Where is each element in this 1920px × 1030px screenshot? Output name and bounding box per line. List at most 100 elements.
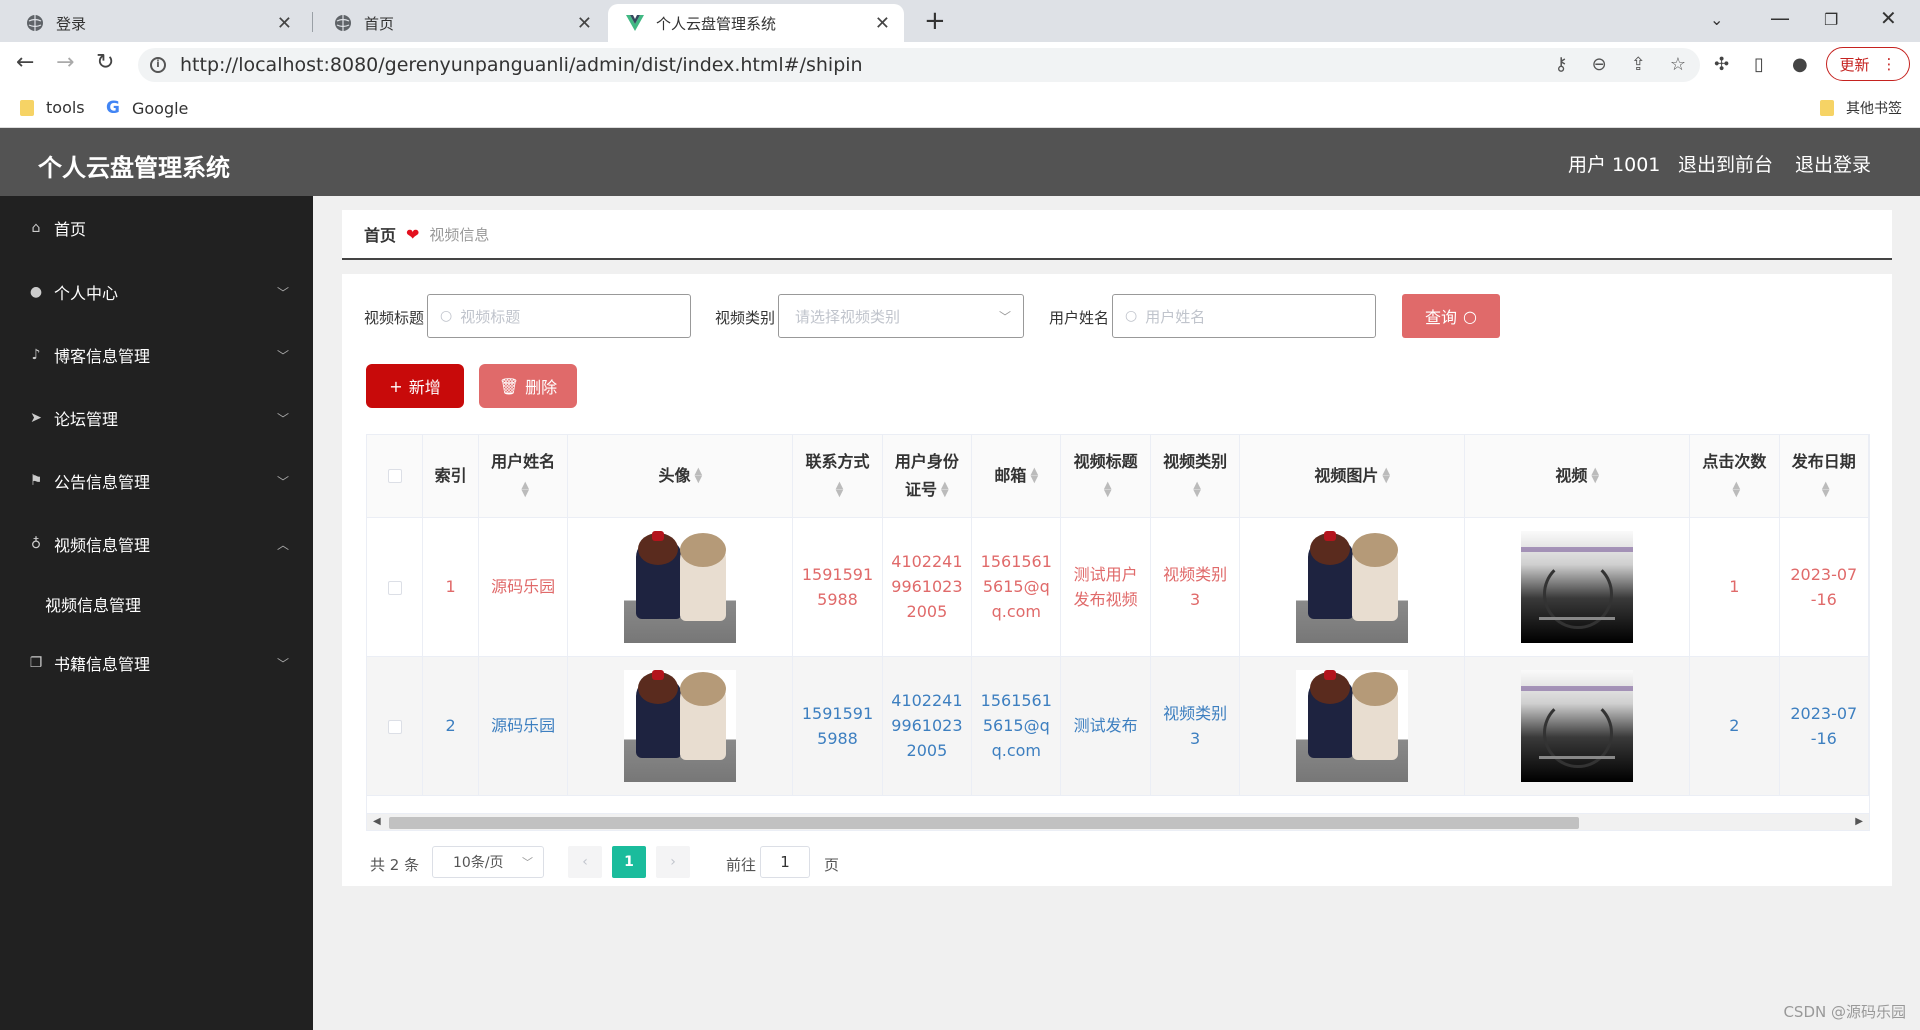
query-button[interactable]: 查询 ○ xyxy=(1402,294,1500,338)
select-all-cell[interactable] xyxy=(367,435,424,518)
sidebar-item-books[interactable]: ❐ 书籍信息管理 ﹀ xyxy=(0,643,313,683)
row-select-cell[interactable] xyxy=(367,656,424,796)
sidebar-item-personal[interactable]: ● 个人中心 ﹀ xyxy=(0,272,313,312)
table-row[interactable]: 2 源码乐园 15915915988 410224199610232005 15… xyxy=(367,656,1869,796)
horizontal-scrollbar[interactable]: ◀ ▶ xyxy=(366,813,1870,831)
sort-icon[interactable]: ▲ ▼ xyxy=(836,481,844,499)
sort-icon[interactable]: ▲ ▼ xyxy=(1733,481,1741,499)
close-icon[interactable]: ✕ xyxy=(875,13,890,34)
row-checkbox[interactable] xyxy=(387,719,402,734)
sidebar-item-video[interactable]: ♁ 视频信息管理 ︿ xyxy=(0,524,313,564)
bookmark-google[interactable]: G Google xyxy=(106,98,188,118)
video-thumbnail[interactable] xyxy=(1521,669,1634,782)
col-header[interactable]: 点击次数 ▲ ▼ xyxy=(1689,435,1780,518)
page-size-select[interactable]: 10条/页 ﹀ xyxy=(432,846,544,878)
back-icon[interactable]: ← xyxy=(16,50,34,75)
tab-search-icon[interactable]: ⌄ xyxy=(1710,10,1723,29)
minimize-icon[interactable]: — xyxy=(1770,6,1790,30)
next-page-button[interactable]: › xyxy=(656,846,690,878)
browser-tab-home[interactable]: 首页 ✕ xyxy=(316,4,606,42)
col-header[interactable]: 头像 ▲ ▼ xyxy=(567,435,794,518)
extensions-icon[interactable]: ✣ xyxy=(1714,54,1729,75)
col-header[interactable]: 发布日期 ▲ ▼ xyxy=(1779,435,1869,518)
sort-icon[interactable]: ▲ ▼ xyxy=(1591,467,1599,485)
col-header[interactable]: 联系方式 ▲ ▼ xyxy=(792,435,883,518)
browser-tab-login[interactable]: 登录 ✕ xyxy=(8,4,306,42)
sort-icon[interactable]: ▲ ▼ xyxy=(1822,481,1830,499)
row-select-cell[interactable] xyxy=(367,517,424,657)
video-thumbnail[interactable] xyxy=(1521,530,1634,643)
sort-icon[interactable]: ▲ ▼ xyxy=(1104,481,1112,499)
sidebar-item-home[interactable]: ⌂ 首页 xyxy=(0,208,313,248)
breadcrumb-current: 视频信息 xyxy=(429,225,490,244)
sidebar-item-forum[interactable]: ➤ 论坛管理 ﹀ xyxy=(0,398,313,438)
share-icon[interactable]: ⇪ xyxy=(1631,54,1646,75)
placeholder: 用户姓名 xyxy=(1145,307,1206,326)
select-all-checkbox[interactable] xyxy=(387,469,402,484)
key-icon[interactable]: ⚷ xyxy=(1554,54,1567,75)
url-text[interactable]: http://localhost:8080/gerenyunpanguanli/… xyxy=(180,54,863,76)
sidebar-item-blog[interactable]: ♪ 博客信息管理 ﹀ xyxy=(0,335,313,375)
col-header[interactable]: 用户身份证号 ▲ ▼ xyxy=(882,435,973,518)
reload-icon[interactable]: ↻ xyxy=(96,50,114,75)
bookmark-other[interactable]: 其他书签 xyxy=(1820,98,1902,118)
restore-icon[interactable]: ❐ xyxy=(1824,10,1838,29)
to-front-link[interactable]: 退出到前台 xyxy=(1678,150,1773,177)
sidebar-item-notice[interactable]: ⚑ 公告信息管理 ﹀ xyxy=(0,461,313,501)
scroll-right-icon[interactable]: ▶ xyxy=(1855,816,1863,827)
col-header[interactable]: 用户姓名 ▲ ▼ xyxy=(478,435,569,518)
close-window-icon[interactable]: ✕ xyxy=(1880,6,1897,30)
avatar-image[interactable] xyxy=(624,530,737,643)
browser-tab-active[interactable]: 个人云盘管理系统 ✕ xyxy=(608,4,904,42)
col-header[interactable]: 视频图片 ▲ ▼ xyxy=(1239,435,1466,518)
site-info-icon[interactable]: i xyxy=(150,57,166,73)
col-header-label: 头像 xyxy=(658,465,691,485)
profile-icon[interactable]: ● xyxy=(1792,54,1808,75)
col-header[interactable]: 视频类别 ▲ ▼ xyxy=(1150,435,1241,518)
scroll-left-icon[interactable]: ◀ xyxy=(373,816,381,827)
logout-link[interactable]: 退出登录 xyxy=(1795,150,1871,177)
sort-icon[interactable]: ▲ ▼ xyxy=(1193,481,1201,499)
sidepanel-icon[interactable]: ▯ xyxy=(1754,54,1764,75)
sort-icon[interactable]: ▲ ▼ xyxy=(941,481,949,499)
row-checkbox[interactable] xyxy=(387,580,402,595)
new-tab-icon[interactable]: + xyxy=(924,6,946,36)
flag-icon: ⚑ xyxy=(29,473,43,489)
video-cover-image[interactable] xyxy=(1296,669,1409,782)
sort-icon[interactable]: ▲ ▼ xyxy=(521,481,529,499)
omnibox[interactable]: i http://localhost:8080/gerenyunpanguanl… xyxy=(138,48,1700,82)
query-label: 查询 xyxy=(1425,308,1458,327)
forward-icon[interactable]: → xyxy=(56,50,74,75)
breadcrumb-home[interactable]: 首页 xyxy=(364,222,396,246)
scrollbar-thumb[interactable] xyxy=(389,817,1579,829)
filter-title-input[interactable]: ○ 视频标题 xyxy=(427,294,691,338)
close-icon[interactable]: ✕ xyxy=(277,13,292,34)
sort-icon[interactable]: ▲ ▼ xyxy=(1030,467,1038,485)
sidebar-subitem-video-manage[interactable]: 视频信息管理 xyxy=(45,592,141,616)
figure-shape xyxy=(652,530,665,541)
video-cover-image[interactable] xyxy=(1296,530,1409,643)
page-number-current[interactable]: 1 xyxy=(612,846,646,878)
zoom-icon[interactable]: ⊖ xyxy=(1592,54,1607,75)
prev-page-button[interactable]: ‹ xyxy=(568,846,602,878)
goto-page-input[interactable]: 1 xyxy=(760,846,810,878)
avatar-image[interactable] xyxy=(624,669,737,782)
filter-type-select[interactable]: 请选择视频类别 ﹀ xyxy=(778,294,1024,338)
breadcrumb: 首页 ❤ 视频信息 xyxy=(342,210,1892,260)
add-button[interactable]: + 新增 xyxy=(366,364,464,408)
delete-button[interactable]: 🗑 删除 xyxy=(479,364,577,408)
col-header[interactable]: 邮箱 ▲ ▼ xyxy=(971,435,1062,518)
col-header[interactable]: 视频标题 ▲ ▼ xyxy=(1060,435,1151,518)
tab-title: 个人云盘管理系统 xyxy=(656,14,777,33)
filter-user-input[interactable]: ○ 用户姓名 xyxy=(1112,294,1376,338)
sort-icon[interactable]: ▲ ▼ xyxy=(694,467,702,485)
bookmark-tools[interactable]: tools xyxy=(20,98,85,117)
update-label: 更新 xyxy=(1839,55,1870,74)
sort-icon[interactable]: ▲ ▼ xyxy=(1382,467,1390,485)
star-icon[interactable]: ☆ xyxy=(1670,54,1686,75)
col-header[interactable]: 视频 ▲ ▼ xyxy=(1464,435,1691,518)
update-button[interactable]: 更新 ⋮ xyxy=(1826,47,1910,81)
goto-label: 前往 xyxy=(726,856,757,874)
close-icon[interactable]: ✕ xyxy=(577,13,592,34)
table-row[interactable]: 1 源码乐园 15915915988 410224199610232005 15… xyxy=(367,517,1869,657)
